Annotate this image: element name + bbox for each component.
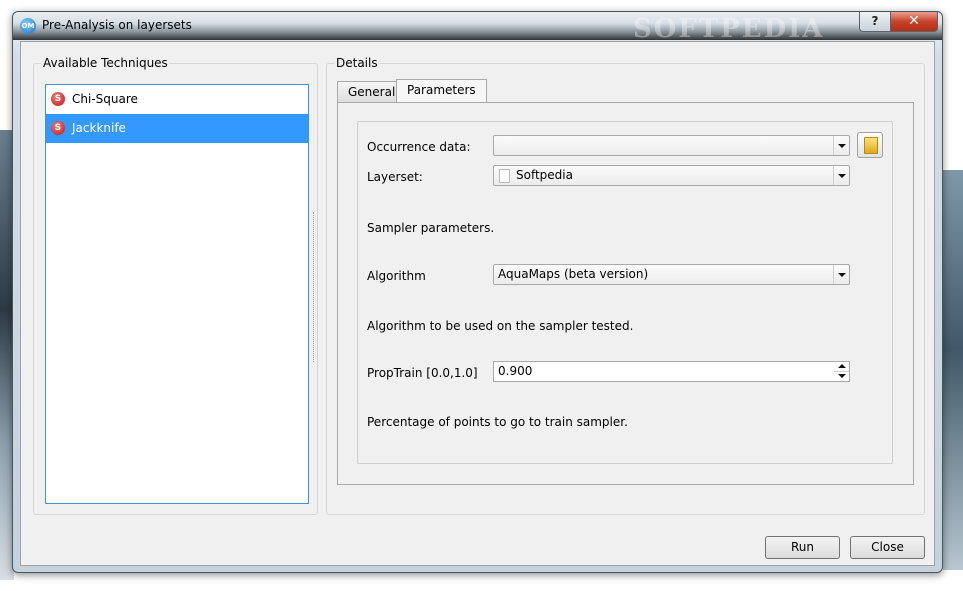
help-button[interactable]: ? <box>859 12 891 32</box>
sampler-parameters-text: Sampler parameters. <box>367 221 495 235</box>
available-techniques-group: Available Techniques S Chi-Square S Jack… <box>33 56 318 515</box>
proptrain-label: PropTrain [0.0,1.0] <box>367 366 478 380</box>
spin-down-button[interactable] <box>834 372 849 381</box>
layerset-label: Layerset: <box>367 170 423 184</box>
list-item-jackknife[interactable]: S Jackknife <box>46 114 308 143</box>
details-title: Details <box>334 56 380 70</box>
parameters-panel: Occurrence data: Layerset: Softpedia Sam… <box>357 121 893 464</box>
proptrain-help-text: Percentage of points to go to train samp… <box>367 415 628 429</box>
details-group: Details General Parameters Occurrence da… <box>326 56 925 515</box>
dialog-client-area: Available Techniques S Chi-Square S Jack… <box>20 41 935 566</box>
close-button[interactable]: Close <box>850 536 925 559</box>
watermark-logo: SOFTPEDIA <box>633 14 825 44</box>
app-icon: OM <box>20 18 36 34</box>
spin-up-button[interactable] <box>834 362 849 372</box>
technique-icon: S <box>51 121 65 135</box>
occurrence-data-label: Occurrence data: <box>367 140 471 154</box>
list-item-label: Chi-Square <box>72 92 138 106</box>
proptrain-spinbox[interactable]: 0.900 <box>493 361 850 382</box>
chevron-down-icon <box>833 166 849 185</box>
chevron-down-icon <box>833 136 849 155</box>
list-item-label: Jackknife <box>72 121 126 135</box>
chevron-down-icon <box>833 265 849 284</box>
techniques-list[interactable]: S Chi-Square S Jackknife <box>45 84 309 504</box>
algorithm-value: AquaMaps (beta version) <box>498 267 649 281</box>
occurrence-data-combo[interactable] <box>493 135 850 156</box>
spin-buttons <box>834 362 849 381</box>
dialog-window: OM Pre-Analysis on layersets SOFTPEDIA ?… <box>12 11 943 573</box>
available-techniques-title: Available Techniques <box>41 56 170 70</box>
browse-folder-button[interactable] <box>857 132 883 158</box>
algorithm-label: Algorithm <box>367 269 426 283</box>
desktop-background-right <box>943 170 963 570</box>
title-bar[interactable]: OM Pre-Analysis on layersets SOFTPEDIA ?… <box>13 12 942 44</box>
technique-icon: S <box>51 92 65 106</box>
layerset-value: Softpedia <box>516 168 573 182</box>
tab-parameters[interactable]: Parameters <box>396 79 487 103</box>
parameters-tab-pane: Occurrence data: Layerset: Softpedia Sam… <box>337 102 914 485</box>
folder-icon <box>864 137 878 154</box>
algorithm-combo[interactable]: AquaMaps (beta version) <box>493 264 850 285</box>
list-item-chi-square[interactable]: S Chi-Square <box>46 85 308 114</box>
layerset-combo[interactable]: Softpedia <box>493 165 850 186</box>
splitter-handle[interactable] <box>313 212 316 362</box>
run-button[interactable]: Run <box>765 536 840 559</box>
algorithm-help-text: Algorithm to be used on the sampler test… <box>367 319 634 333</box>
proptrain-value: 0.900 <box>498 364 533 378</box>
window-title: Pre-Analysis on layersets <box>42 18 192 32</box>
window-close-button[interactable]: ✕ <box>890 12 938 32</box>
document-icon <box>499 169 510 183</box>
